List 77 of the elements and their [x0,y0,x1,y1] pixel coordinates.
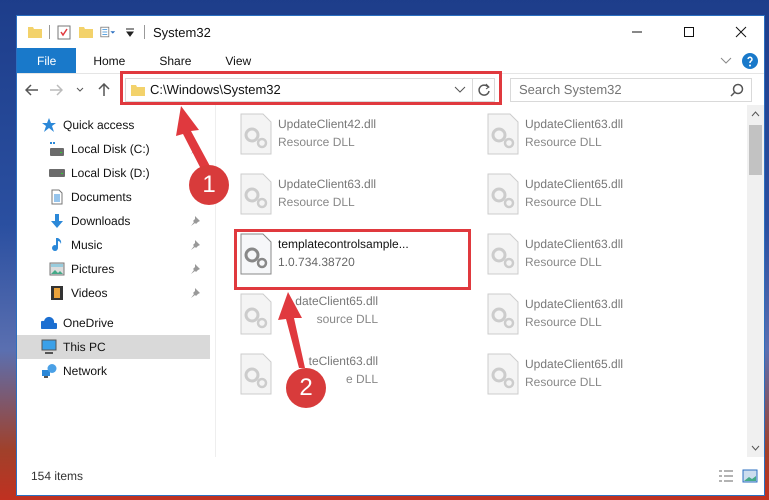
ribbon-tab[interactable]: File [17,48,76,73]
ribbon-tab[interactable]: Share [142,48,208,73]
forward-arrow-icon [49,84,63,96]
nav-item[interactable]: Downloads [17,209,210,233]
file-icon [240,293,272,335]
star-icon [41,117,57,133]
properties-icon[interactable] [100,24,116,40]
scrollbar[interactable] [747,105,764,457]
file-icon [487,173,519,215]
caret-icon [76,86,84,92]
details-view-icon[interactable] [718,469,734,483]
nav-item[interactable]: Local Disk (D:) [17,161,156,185]
file-name[interactable]: UpdateClient65.dll [525,177,624,191]
address-bar[interactable]: C:\Windows\System32 [125,78,495,102]
window-title: System32 [153,24,212,40]
file-name[interactable]: UpdateClient63.dll [525,297,624,311]
file-name[interactable]: UpdateClient63.dll [525,117,624,131]
file-detail: 1.0.734.38720 [278,255,355,269]
file-name[interactable]: UpdateClient65.dll [525,357,624,371]
network-icon [41,363,57,379]
file-name[interactable]: dateClient65.dll [295,294,378,308]
document-icon [49,189,65,205]
file-name[interactable]: teClient63.dll [308,354,378,368]
file-detail: Resource DLL [525,375,602,389]
ribbon-tab[interactable]: View [208,48,268,73]
nav-item[interactable]: Videos [17,281,210,305]
file-detail: Resource DLL [525,195,602,209]
file-icon [240,353,272,395]
file-detail: e DLL [346,372,378,386]
file-name[interactable]: UpdateClient63.dll [278,177,376,191]
ribbon-tab[interactable]: Home [76,48,142,73]
refresh-icon [476,82,490,96]
maximize-icon [683,26,695,38]
file-name[interactable]: UpdateClient42.dll [278,117,376,131]
scroll-thumb[interactable] [749,125,762,175]
file-icon [240,113,272,155]
scroll-down-icon[interactable] [751,445,760,451]
file-detail: Resource DLL [278,195,355,209]
file-detail: source DLL [316,312,378,326]
download-icon [49,213,65,229]
file-icon [487,113,519,155]
nav-item[interactable]: Pictures [17,257,210,281]
file-name[interactable]: UpdateClient63.dll [525,237,624,251]
drive-icon [49,141,65,157]
item-count: 154 items [31,469,84,483]
cloud-icon [41,315,57,331]
file-icon [240,233,272,275]
scroll-up-icon[interactable] [751,111,760,117]
nav-item[interactable]: Quick access [17,113,140,137]
back-arrow-icon [25,84,39,96]
nav-item[interactable]: Documents [17,185,138,209]
close-icon [735,26,747,38]
file-icon [487,233,519,275]
film-icon [49,285,65,301]
file-detail: Resource DLL [525,255,602,269]
nav-item[interactable]: OneDrive [17,311,120,335]
nav-item[interactable]: This PC [17,335,210,359]
nav-item[interactable]: Network [17,359,114,383]
thumbnails-view-icon[interactable] [742,469,758,483]
computer-icon [41,339,57,355]
pictures-icon [49,261,65,277]
file-detail: Resource DLL [525,135,602,149]
address-path: C:\Windows\System32 [149,82,282,97]
checklist-icon[interactable] [56,24,72,40]
file-icon [487,293,519,335]
help-icon[interactable] [742,52,758,68]
file-icon [487,353,519,395]
file-name[interactable]: templatecontrolsample... [278,237,409,251]
file-detail: Resource DLL [278,135,355,149]
up-arrow-icon [98,82,110,96]
file-icon [240,173,272,215]
search-field[interactable]: Search System32 [510,78,752,102]
file-detail: Resource DLL [525,315,602,329]
dropdown-icon[interactable] [454,86,466,94]
search-icon [730,82,744,96]
chevron-icon[interactable] [720,56,732,64]
nav-item[interactable]: Music [17,233,210,257]
